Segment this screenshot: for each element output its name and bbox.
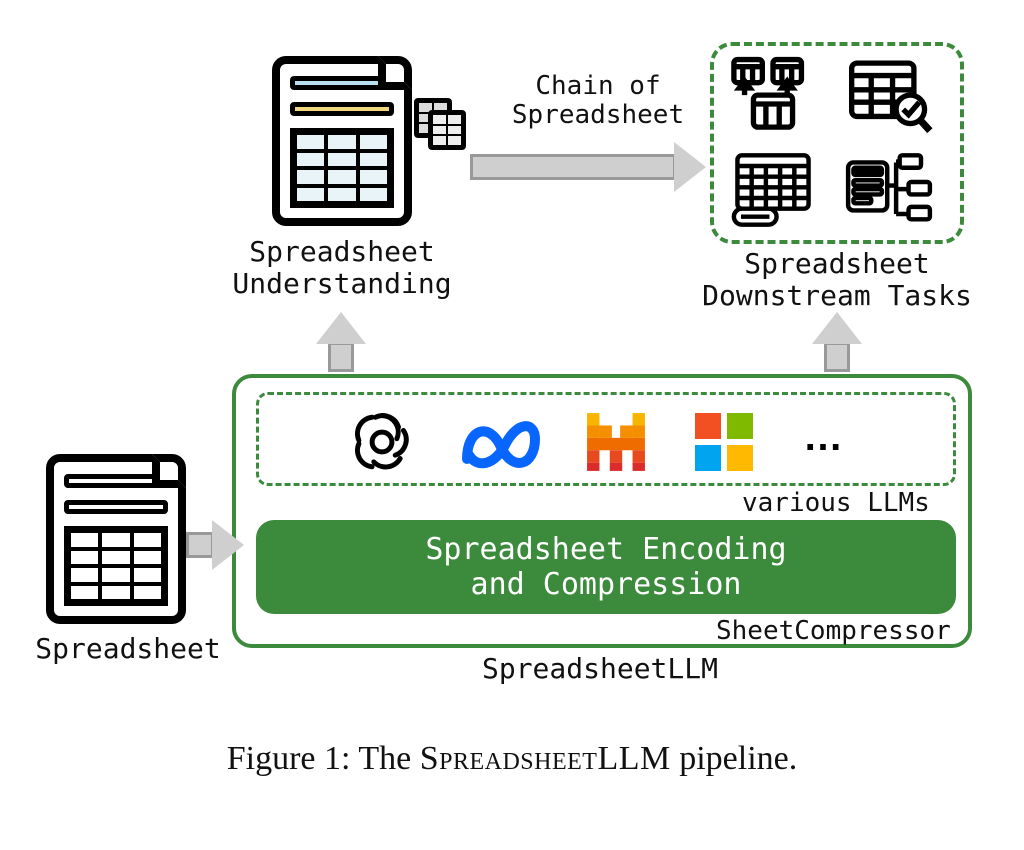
form-tree-icon — [844, 150, 934, 230]
caption-suffix: pipeline. — [671, 740, 798, 777]
sheetcompressor-label: SheetCompressor — [716, 616, 951, 646]
caption-prefix: Figure 1: The — [227, 740, 420, 777]
encoding-line1: Spreadsheet Encoding — [425, 532, 786, 567]
spreadsheet-footer-icon — [728, 150, 818, 230]
mistral-icon — [585, 411, 647, 473]
understanding-line2: Understanding — [232, 267, 451, 300]
spreadsheetllm-label: SpreadsheetLLM — [430, 652, 770, 685]
spreadsheet-understanding-icon — [272, 56, 412, 226]
table-search-icon — [844, 56, 934, 136]
chain-of-spreadsheet-label: Chain of Spreadsheet — [498, 72, 698, 129]
chain-line1: Chain of — [535, 71, 660, 101]
openai-icon — [349, 409, 415, 475]
various-llms-label: various LLMs — [742, 488, 930, 518]
arrow-chain-icon — [470, 142, 706, 192]
understanding-label: Spreadsheet Understanding — [226, 236, 458, 300]
arrow-input-icon — [186, 520, 244, 570]
arrow-to-downstream-icon — [812, 312, 862, 372]
downstream-line1: Spreadsheet — [744, 247, 929, 280]
encoding-compression-box: Spreadsheet Encoding and Compression — [256, 520, 956, 614]
figure-caption: Figure 1: The SpreadsheetLLM pipeline. — [0, 740, 1024, 778]
encoding-line2: and Compression — [471, 567, 742, 602]
downstream-line2: Downstream Tasks — [702, 279, 972, 312]
ellipsis-icon: … — [803, 415, 843, 460]
spreadsheetllm-box: … various LLMs Spreadsheet Encoding and … — [232, 374, 972, 648]
chain-line2: Spreadsheet — [512, 100, 684, 130]
table-transform-icon — [728, 56, 818, 136]
understanding-line1: Spreadsheet — [249, 235, 434, 268]
arrow-to-understanding-icon — [316, 312, 366, 372]
microsoft-icon — [695, 413, 753, 471]
diagram-canvas: Spreadsheet Understanding Chain of Sprea… — [0, 0, 1024, 850]
downstream-label: Spreadsheet Downstream Tasks — [682, 248, 992, 312]
spreadsheet-input-icon — [46, 454, 186, 624]
mini-sheets-icon — [414, 98, 470, 154]
llms-row: … — [256, 392, 956, 486]
meta-icon — [459, 415, 543, 469]
downstream-tasks-box — [710, 42, 964, 244]
caption-name: SpreadsheetLLM — [420, 740, 671, 777]
spreadsheet-label: Spreadsheet — [28, 632, 228, 665]
